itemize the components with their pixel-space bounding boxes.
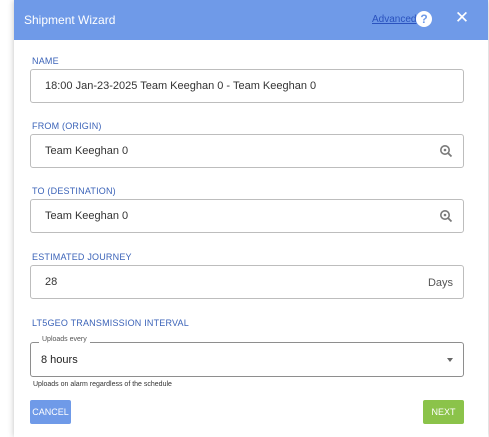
journey-value: 28 [45,276,58,288]
name-field[interactable]: 18:00 Jan-23-2025 Team Keeghan 0 - Team … [30,69,464,103]
close-icon[interactable]: ✕ [454,9,470,27]
transmission-label: LT5GEO TRANSMISSION INTERVAL [32,318,189,328]
select-legend: Uploads every [39,336,90,343]
chevron-down-icon[interactable] [447,358,453,362]
dialog-title: Shipment Wizard [24,13,116,27]
name-value: 18:00 Jan-23-2025 Team Keeghan 0 - Team … [45,80,317,92]
uploads-every-select[interactable]: Uploads every 8 hours [30,336,464,377]
location-search-icon[interactable] [439,209,453,223]
from-origin-field[interactable]: Team Keeghan 0 [30,134,464,168]
to-destination-field[interactable]: Team Keeghan 0 [30,199,464,233]
journey-unit: Days [427,277,453,289]
location-search-icon[interactable] [439,144,453,158]
dialog-header: Shipment Wizard Advanced ? ✕ [14,0,488,40]
advanced-link[interactable]: Advanced [372,14,416,25]
help-icon[interactable]: ? [416,11,432,27]
select-value: 8 hours [41,354,78,366]
shipment-wizard-dialog: Shipment Wizard Advanced ? ✕ NAME 18:00 … [14,0,488,437]
upload-hint: Uploads on alarm regardless of the sched… [33,381,172,388]
next-button[interactable]: NEXT [423,400,464,424]
to-value: Team Keeghan 0 [45,210,129,222]
estimated-journey-field[interactable]: 28 Days [30,265,464,299]
cancel-button[interactable]: CANCEL [30,400,71,424]
from-value: Team Keeghan 0 [45,145,129,157]
journey-label: ESTIMATED JOURNEY [32,252,132,262]
from-label: FROM (ORIGIN) [32,121,102,131]
name-label: NAME [32,56,59,66]
to-label: TO (DESTINATION) [32,186,116,196]
